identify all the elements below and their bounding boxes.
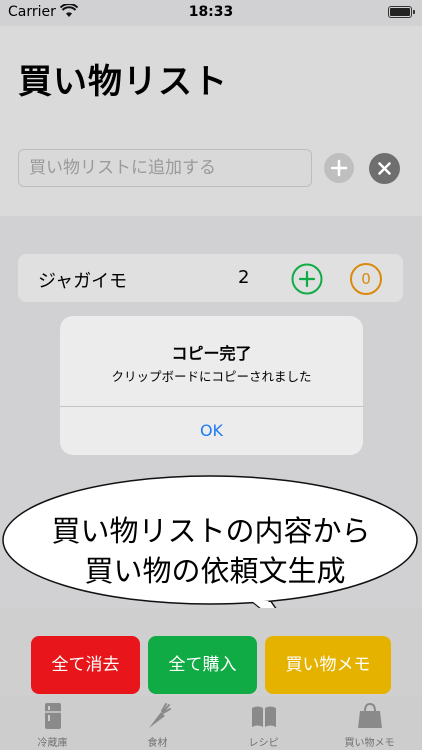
close-circle-icon [378, 162, 391, 175]
callout-line-2: 買い物の依頼文生成 [84, 554, 346, 588]
callout-line-1: 買い物リストの内容から [51, 514, 371, 548]
add-item-input[interactable] [18, 149, 312, 187]
tab-label: 買い物メモ [344, 738, 395, 749]
alert-title: コピー完了 [171, 344, 252, 363]
counter-badge[interactable]: 0 [350, 263, 382, 295]
copy-complete-alert: コピー完了 クリップボードにコピーされました OK [60, 316, 363, 455]
page-title: 買い物リスト [18, 62, 228, 102]
buy-all-button[interactable]: 全て購入 [148, 636, 257, 694]
tab-label: 食材 [147, 738, 168, 749]
book-icon [252, 706, 276, 727]
plus-circle-icon [330, 159, 348, 177]
item-name: ジャガイモ [38, 271, 128, 292]
add-item-button[interactable] [324, 153, 354, 183]
refrigerator-icon [45, 703, 61, 729]
tab-ingredients[interactable]: 食材 [105, 696, 210, 750]
tab-label: レシピ [248, 738, 279, 749]
carrot-icon [149, 703, 171, 728]
tab-refrigerator[interactable]: 冷蔵庫 [0, 696, 105, 750]
tab-bar: 冷蔵庫 食材 レシピ 買い物メモ [0, 696, 422, 750]
list-item[interactable]: ジャガイモ 2 0 [18, 254, 403, 302]
clear-all-button[interactable]: 全て消去 [31, 636, 140, 694]
increment-button[interactable] [291, 263, 323, 295]
battery-icon [388, 6, 415, 18]
tab-shopping-memo[interactable]: 買い物メモ [317, 696, 422, 750]
tab-recipes[interactable]: レシピ [211, 696, 316, 750]
tab-label: 冷蔵庫 [37, 738, 68, 749]
shopping-memo-button[interactable]: 買い物メモ [265, 636, 391, 694]
status-bar: Carrier 18:33 [0, 0, 422, 26]
alert-ok-button[interactable]: OK [60, 407, 363, 455]
shopping-bag-icon [358, 702, 382, 728]
alert-message: クリップボードにコピーされました [111, 369, 312, 384]
clock: 18:33 [188, 4, 234, 20]
clear-input-button[interactable] [369, 153, 400, 184]
item-quantity: 2 [238, 267, 250, 288]
